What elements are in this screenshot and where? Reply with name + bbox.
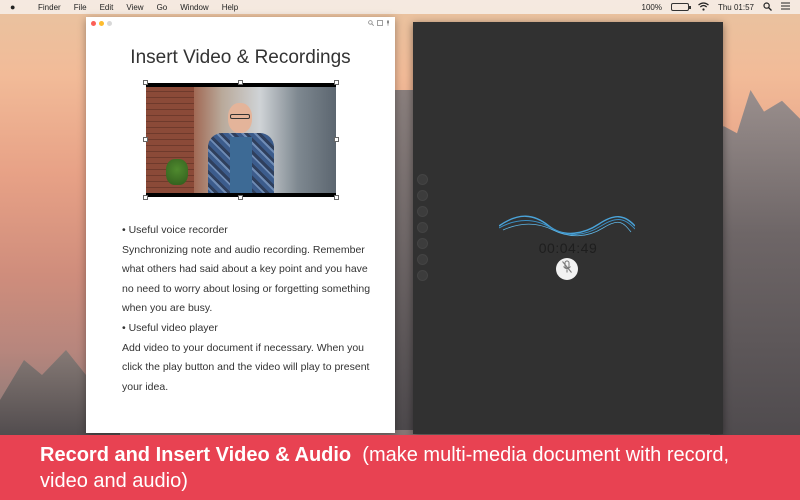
document-title: Insert Video & Recordings [130, 47, 351, 68]
menu-file[interactable]: File [74, 3, 87, 12]
resize-handle[interactable] [143, 195, 148, 200]
clock[interactable]: Thu 01:57 [718, 3, 754, 12]
video-person-shirt [230, 137, 252, 193]
tool-button[interactable] [417, 222, 428, 233]
menu-bar: ● Finder File Edit View Go Window Help 1… [0, 0, 800, 14]
battery-percent: 100% [641, 2, 662, 12]
window-controls [91, 21, 112, 26]
page-icon[interactable] [377, 20, 383, 28]
paragraph-voice-recorder: Synchronizing note and audio recording. … [122, 243, 371, 315]
tool-button[interactable] [417, 174, 428, 185]
video-plant [166, 159, 188, 185]
wallpaper-mountain [395, 90, 415, 430]
tool-button[interactable] [417, 270, 428, 281]
search-icon[interactable] [368, 20, 374, 28]
menu-help[interactable]: Help [222, 3, 238, 12]
resize-handle[interactable] [238, 80, 243, 85]
menu-window[interactable]: Window [180, 3, 208, 12]
resize-handle[interactable] [334, 80, 339, 85]
resize-handle[interactable] [143, 137, 148, 142]
document-body: • Useful voice recorder Synchronizing no… [122, 221, 372, 397]
video-person-glasses [230, 114, 250, 119]
wifi-icon[interactable] [698, 1, 709, 13]
close-window-button[interactable] [91, 21, 96, 26]
recorder-side-toolbar [417, 174, 428, 281]
banner-headline: Record and Insert Video & Audio [40, 444, 352, 466]
minimize-window-button[interactable] [99, 21, 104, 26]
tool-button[interactable] [417, 206, 428, 217]
zoom-window-button[interactable] [107, 21, 112, 26]
resize-handle[interactable] [238, 195, 243, 200]
resize-handle[interactable] [143, 80, 148, 85]
spotlight-search-icon[interactable] [763, 1, 772, 13]
document-window: Insert Video & Recordings • Useful voice… [86, 17, 395, 433]
bullet-voice-recorder: • Useful voice recorder [122, 224, 228, 236]
resize-handle[interactable] [334, 195, 339, 200]
status-area: 100% Thu 01:57 [641, 0, 790, 14]
recording-timer: 00:04:49 [538, 240, 598, 256]
wallpaper-mountain [710, 90, 800, 450]
resize-handle[interactable] [334, 137, 339, 142]
menu-edit[interactable]: Edit [100, 3, 114, 12]
embedded-video[interactable] [146, 83, 336, 197]
audio-waveform [499, 215, 635, 237]
microphone-icon[interactable] [386, 20, 390, 28]
microphone-off-icon [561, 260, 573, 279]
menu-view[interactable]: View [126, 3, 143, 12]
mute-microphone-button[interactable] [556, 258, 578, 280]
bullet-video-player: • Useful video player [122, 321, 218, 334]
recorder-window: 00:04:49 [413, 22, 723, 434]
apple-menu-icon[interactable]: ● [10, 2, 22, 12]
paragraph-video-player: Add video to your document if necessary.… [122, 341, 370, 393]
document-toolbar [368, 20, 390, 28]
battery-icon[interactable] [670, 3, 691, 11]
caption-banner: Record and Insert Video & Audio (make mu… [0, 435, 800, 500]
menu-go[interactable]: Go [157, 3, 168, 12]
video-thumbnail [146, 87, 336, 193]
menu-finder[interactable]: Finder [38, 3, 61, 12]
tool-button[interactable] [417, 190, 428, 201]
notification-center-icon[interactable] [781, 2, 790, 12]
